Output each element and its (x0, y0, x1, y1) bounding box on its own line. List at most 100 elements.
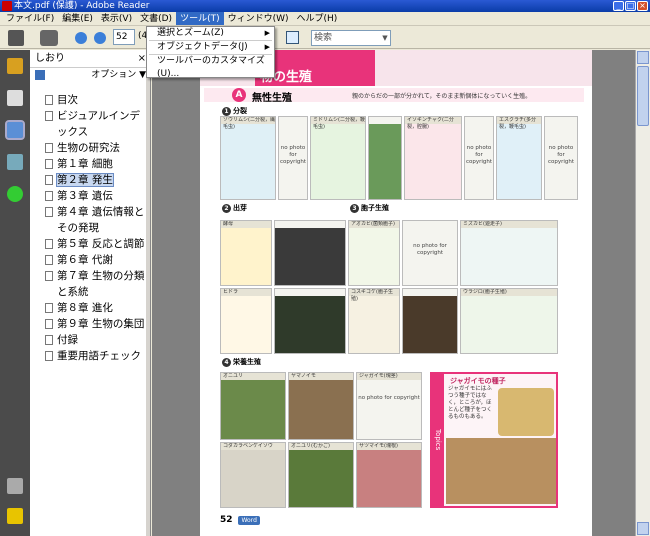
bookmark-item[interactable]: 目次 (30, 92, 151, 108)
bookmark-page-icon (45, 335, 53, 345)
panel-splitter[interactable] (146, 50, 150, 536)
menu-window[interactable]: ウィンドウ(W) (224, 12, 293, 25)
comments-icon[interactable] (7, 508, 23, 524)
figure-caption: ミドリムシ(二分裂，鞭毛虫) (311, 117, 365, 130)
maximize-button[interactable]: □ (625, 1, 636, 11)
subsection-number: 1 (222, 107, 231, 116)
figure-row-budding-spores: 酵母 アオカビ(菌類胞子) no photo for copyright ミズカビ(遊… (220, 220, 558, 286)
bookmark-page-icon (45, 111, 53, 121)
figure-photo (497, 124, 541, 199)
figure-photo (289, 450, 353, 507)
menu-item-select-zoom[interactable]: 選択とズーム(Z) ▶ (147, 27, 274, 40)
figure-cell: no photo for copyright (402, 220, 458, 286)
figure-photo (311, 124, 365, 199)
figure-cell: ミズカビ(遊走子) (460, 220, 558, 286)
hand-tool-icon[interactable] (40, 30, 58, 46)
bookmark-page-icon (45, 207, 53, 217)
figure-caption: ジャガイモ(塊茎) (357, 373, 421, 380)
topics-label: Topics (432, 374, 444, 506)
bookmark-item[interactable]: 第３章 遺伝 (30, 188, 151, 204)
subsection-heading: 3 胞子生殖 (350, 203, 389, 213)
menu-item-customize-toolbar[interactable]: ツールバーのカスタマイズ(U)... (147, 55, 274, 79)
bookmark-page-icon (45, 95, 53, 105)
potato-photo (498, 388, 554, 436)
bookmark-label: 重要用語チェック (57, 350, 141, 362)
figure-caption: ウラジロ(胞子生殖) (461, 289, 557, 296)
bookmark-label: 第７章 生物の分類と系統 (57, 270, 145, 298)
toolbar: 52 (4 検索 ▼ (0, 27, 650, 49)
no-photo-notice: no photo for copyright (465, 144, 493, 165)
options-menu[interactable]: オプション ▼ (91, 68, 146, 82)
figure-cell (402, 288, 458, 354)
bookmark-item[interactable]: 第１章 細胞 (30, 156, 151, 172)
bookmark-item[interactable]: 生物の研究法 (30, 140, 151, 156)
bookmark-label: 付録 (57, 334, 78, 346)
pages-icon[interactable] (7, 90, 23, 106)
chevron-down-icon[interactable]: ▼ (380, 31, 390, 45)
fit-page-icon[interactable] (286, 31, 299, 44)
bookmark-item[interactable]: ビジュアルインデックス (30, 108, 151, 140)
attachment-icon[interactable] (7, 478, 23, 494)
bookmark-item[interactable]: 第４章 遺伝情報とその発現 (30, 204, 151, 236)
bookmark-page-icon (45, 303, 53, 313)
adobe-reader-icon (2, 1, 12, 11)
new-bookmark-icon[interactable] (35, 70, 45, 80)
no-photo-notice: no photo for copyright (358, 395, 420, 402)
menu-help[interactable]: ヘルプ(H) (293, 12, 342, 25)
scroll-down-button[interactable] (637, 522, 649, 535)
figure-caption: アオカビ(菌類胞子) (349, 221, 399, 228)
menu-item-object-data[interactable]: オブジェクトデータ(J) ▶ (147, 41, 274, 54)
previous-page-icon[interactable] (75, 32, 87, 44)
figure-photo (221, 450, 285, 507)
lock-icon[interactable] (7, 58, 23, 74)
figure-row-vegetative-b: コダカラベンケイソウ オニユリ(むかご) サツマイモ(塊根) (220, 442, 422, 508)
figure-photo (275, 228, 345, 285)
bookmark-item[interactable]: 第６章 代謝 (30, 252, 151, 268)
bookmark-item[interactable]: 第２章 発生 (30, 172, 151, 188)
panel-title: しおり (35, 53, 65, 64)
subsection-heading: 4 栄養生殖 (222, 357, 261, 367)
figure-photo (275, 296, 345, 353)
figure-cell: ヒドラ (220, 288, 272, 354)
help-icon[interactable] (7, 186, 23, 202)
bookmark-item[interactable]: 第５章 反応と調節 (30, 236, 151, 252)
close-panel-icon[interactable]: × (138, 50, 146, 68)
signature-icon[interactable] (7, 154, 23, 170)
minimize-button[interactable]: _ (613, 1, 624, 11)
section-description: 親のからだの一部が分かれて，そのまま新個体になっていく生殖。 (352, 93, 532, 100)
figure-row-division: ゾウリムシ(二分裂，繊毛虫) no photo for copyright ミドリム… (220, 116, 578, 200)
menu-view[interactable]: 表示(V) (97, 12, 136, 25)
bookmark-label: 第１章 細胞 (57, 158, 113, 170)
figure-cell: no photo for copyright (464, 116, 494, 200)
bookmark-item[interactable]: 付録 (30, 332, 151, 348)
bookmarks-icon[interactable] (5, 120, 25, 140)
bookmark-item[interactable]: 第８章 進化 (30, 300, 151, 316)
scroll-up-button[interactable] (637, 51, 649, 64)
close-button[interactable]: × (637, 1, 648, 11)
figure-cell: オニユリ (220, 372, 286, 440)
search-input[interactable]: 検索 ▼ (311, 30, 391, 46)
figure-photo (221, 228, 271, 285)
bookmark-item[interactable]: 第９章 生物の集団 (30, 316, 151, 332)
next-page-icon[interactable] (94, 32, 106, 44)
potato-field-photo (446, 438, 556, 504)
bookmark-label: 第４章 遺伝情報とその発現 (57, 206, 145, 234)
page-number-input[interactable]: 52 (113, 29, 135, 45)
figure-cell (274, 288, 346, 354)
figure-row-hydra-moss: ヒドラ コスギゴケ(胞子生殖) ウラジロ(胞子生殖) (220, 288, 558, 354)
bookmark-item[interactable]: 重要用語チェック (30, 348, 151, 364)
bookmark-item[interactable]: 第７章 生物の分類と系統 (30, 268, 151, 300)
menu-document[interactable]: 文書(D) (136, 12, 176, 25)
print-icon[interactable] (8, 30, 24, 46)
vertical-scrollbar[interactable] (635, 50, 650, 536)
menu-edit[interactable]: 編集(E) (58, 12, 97, 25)
figure-row-vegetative-a: オニユリ ヤマノイモ ジャガイモ(塊茎) no photo for copyright (220, 372, 422, 440)
menu-file[interactable]: ファイル(F) (2, 12, 58, 25)
bookmark-label: 生物の研究法 (57, 142, 120, 154)
menu-tools[interactable]: ツール(T) (176, 12, 224, 25)
scrollbar-thumb[interactable] (637, 66, 649, 126)
bookmarks-panel-header: しおり × (30, 50, 150, 68)
subsection-number: 2 (222, 204, 231, 213)
bookmark-label: ビジュアルインデックス (57, 110, 140, 138)
menu-bar: ファイル(F) 編集(E) 表示(V) 文書(D) ツール(T) ウィンドウ(W… (0, 12, 650, 26)
